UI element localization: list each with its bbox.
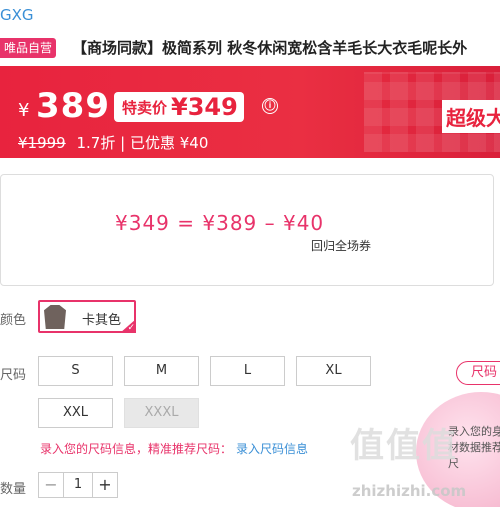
- currency-symbol: ¥: [18, 100, 30, 121]
- size-option-m[interactable]: M: [124, 356, 199, 386]
- special-price-value: ¥349: [171, 93, 238, 121]
- size-hint: 录入您的尺码信息，精准推荐尺码： 录入尺码信息: [40, 440, 308, 457]
- size-option-xxl[interactable]: XXL: [38, 398, 113, 428]
- price-details: ¥1999 1.7折 | 已优惠 ¥40: [18, 134, 209, 152]
- price-banner: ¥ 389 特卖价 ¥349 ⓘ ¥1999 1.7折 | 已优惠 ¥40 超级…: [0, 66, 500, 158]
- size-label: 尺码: [0, 368, 27, 383]
- size-option-l[interactable]: L: [210, 356, 285, 386]
- size-option-xxxl: XXXL: [124, 398, 199, 428]
- promo-banner-text[interactable]: 超级大: [442, 100, 500, 133]
- original-price: ¥1999: [18, 134, 66, 152]
- self-operated-badge: 唯品自营: [0, 38, 57, 58]
- price-breakdown-box: ¥349 = ¥389 – ¥40 回归全场券: [0, 174, 494, 286]
- size-option-s[interactable]: S: [38, 356, 113, 386]
- quantity-label: 数量: [0, 482, 27, 497]
- quantity-value[interactable]: 1: [63, 473, 93, 497]
- decrement-button[interactable]: −: [39, 473, 63, 497]
- current-price: 389: [36, 86, 110, 126]
- brand-link[interactable]: GXG: [0, 6, 34, 24]
- discount-rate: 1.7折: [76, 134, 116, 152]
- color-option-khaki[interactable]: 卡其色 ✓: [38, 300, 136, 333]
- color-label: 颜色: [0, 313, 27, 328]
- size-chart-button[interactable]: 尺码: [456, 361, 500, 385]
- increment-button[interactable]: +: [93, 473, 117, 497]
- size-hint-text: 录入您的尺码信息，精准推荐尺码：: [40, 442, 233, 456]
- info-icon[interactable]: ⓘ: [262, 98, 278, 114]
- watermark-url: zhizhizhi.com: [352, 482, 467, 500]
- watermark-logo: 值值值: [350, 426, 458, 466]
- saved-amount: 已优惠 ¥40: [129, 134, 209, 152]
- special-price-tag: 特卖价 ¥349: [114, 92, 244, 122]
- coat-thumbnail: [44, 305, 66, 329]
- enter-size-link[interactable]: 录入尺码信息: [236, 442, 308, 456]
- color-option-label: 卡其色: [82, 313, 122, 328]
- product-title: 【商场同款】极简系列 秋冬休闲宽松含羊毛长大衣毛呢长外: [72, 39, 468, 57]
- product-page: GXG 唯品自营 【商场同款】极简系列 秋冬休闲宽松含羊毛长大衣毛呢长外 ¥ 3…: [0, 0, 500, 507]
- selected-check-icon: ✓: [120, 319, 136, 333]
- size-option-xl[interactable]: XL: [296, 356, 371, 386]
- quantity-stepper: − 1 +: [38, 472, 118, 498]
- coupon-note: 回归全场券: [311, 239, 372, 253]
- special-price-label: 特卖价: [122, 98, 168, 117]
- price-equation: ¥349 = ¥389 – ¥40: [115, 211, 325, 235]
